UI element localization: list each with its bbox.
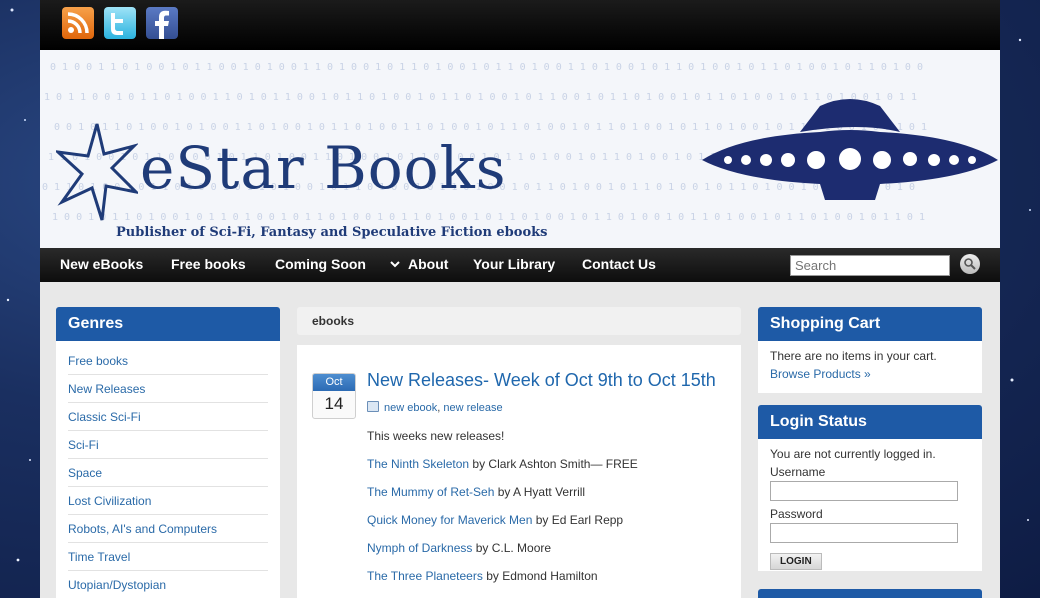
post-month: Oct: [313, 374, 355, 391]
tag-link[interactable]: new ebook: [384, 402, 437, 414]
nav-new-ebooks[interactable]: New eBooks: [60, 256, 143, 272]
cart-empty-text: There are no items in your cart.: [770, 349, 937, 363]
genres-list: Free books New Releases Classic Sci-Fi S…: [56, 341, 280, 598]
nav-contact-us[interactable]: Contact Us: [582, 256, 656, 272]
book-byline: by A Hyatt Verrill: [494, 485, 586, 499]
genre-link[interactable]: Time Travel: [68, 543, 268, 571]
post-day: 14: [324, 394, 344, 413]
book-title-link[interactable]: Nymph of Darkness: [367, 541, 472, 555]
site-logo-text[interactable]: eStar Books: [140, 134, 506, 202]
page-wrapper: 0 1 0 0 1 1 0 1 0 0 1 0 1 1 0 0 1 0 1 0 …: [40, 0, 1000, 598]
book-byline: by Ed Earl Repp: [532, 513, 624, 527]
nav-coming-soon[interactable]: Coming Soon: [275, 256, 366, 272]
cart-body: There are no items in your cart. Browse …: [758, 341, 982, 393]
right-sidebar: Shopping Cart There are no items in your…: [758, 307, 982, 598]
book-title-link[interactable]: The Ninth Skeleton: [367, 457, 469, 471]
book-item: The Mummy of Ret-Seh by A Hyatt Verrill: [367, 485, 727, 513]
book-byline: by C.L. Moore: [472, 541, 552, 555]
facebook-icon[interactable]: [146, 7, 178, 39]
tag-folder-icon: [367, 401, 379, 412]
search-icon: [964, 258, 976, 270]
login-body: You are not currently logged in. Usernam…: [758, 439, 982, 571]
content-area: Genres Free books New Releases Classic S…: [40, 282, 1000, 598]
username-field[interactable]: [770, 481, 958, 501]
genre-link[interactable]: Sci-Fi: [68, 431, 268, 459]
svg-text:0 1 0 0 1 1 0 1 0 0 1 0 1 1 0: 0 1 0 0 1 1 0 1 0 0 1 0 1 1 0 0 1 0 1 0 …: [50, 62, 923, 73]
password-field[interactable]: [770, 523, 958, 543]
post-body: This weeks new releases! The Ninth Skele…: [367, 429, 727, 597]
shopping-cart-widget: Shopping Cart There are no items in your…: [758, 307, 982, 393]
post-intro: This weeks new releases!: [367, 429, 505, 443]
header-banner: 0 1 0 0 1 1 0 1 0 0 1 0 1 1 0 0 1 0 1 0 …: [40, 50, 1000, 248]
book-item: Quick Money for Maverick Men by Ed Earl …: [367, 513, 727, 541]
nav-about[interactable]: About: [408, 256, 448, 272]
star-logo-icon: [56, 123, 138, 221]
genre-link[interactable]: Classic Sci-Fi: [68, 403, 268, 431]
genre-link[interactable]: Space: [68, 459, 268, 487]
breadcrumb: ebooks: [297, 307, 741, 335]
twitter-icon[interactable]: [104, 7, 136, 39]
book-item: The Three Planeteers by Edmond Hamilton: [367, 569, 727, 597]
genres-title: Genres: [56, 307, 280, 341]
social-bar: [40, 0, 1000, 50]
login-status-text: You are not currently logged in.: [770, 447, 936, 461]
site-tagline: Publisher of Sci-Fi, Fantasy and Specula…: [116, 225, 548, 240]
genre-link[interactable]: New Releases: [68, 375, 268, 403]
book-byline: by Edmond Hamilton: [482, 569, 598, 583]
genre-link[interactable]: Utopian/Dystopian: [68, 571, 268, 598]
rss-icon[interactable]: [62, 7, 94, 39]
nav-your-library[interactable]: Your Library: [473, 256, 555, 272]
book-item: Nymph of Darkness by C.L. Moore: [367, 541, 727, 569]
search-button[interactable]: [960, 254, 980, 274]
post-tags: new ebook, new release: [367, 401, 503, 414]
main-column: ebooks Oct 14 New Releases- Week of Oct …: [297, 307, 741, 598]
next-widget-header: [758, 589, 982, 598]
genre-link[interactable]: Lost Civilization: [68, 487, 268, 515]
book-title-link[interactable]: Quick Money for Maverick Men: [367, 513, 532, 527]
book-byline: by Clark Ashton Smith— FREE: [469, 457, 638, 471]
post-title-link[interactable]: New Releases- Week of Oct 9th to Oct 15t…: [367, 370, 716, 391]
chevron-down-icon: [390, 261, 400, 268]
cart-title: Shopping Cart: [758, 307, 982, 341]
main-nav: New eBooks Free books Coming Soon About …: [40, 248, 1000, 282]
login-button[interactable]: LOGIN: [770, 553, 822, 570]
nav-free-books[interactable]: Free books: [171, 256, 246, 272]
svg-text:1 0 0 1 0 1 1 0 1 0 0 1 0 1 1: 1 0 0 1 0 1 1 0 1 0 0 1 0 1 1 0 1 0 0 1 …: [52, 212, 925, 223]
book-item: The Ninth Skeleton by Clark Ashton Smith…: [367, 457, 727, 485]
browse-products-link[interactable]: Browse Products »: [770, 367, 970, 381]
password-label: Password: [770, 507, 823, 521]
ufo-illustration: [702, 99, 998, 200]
post-entry: Oct 14 New Releases- Week of Oct 9th to …: [297, 345, 741, 598]
genres-widget: Genres Free books New Releases Classic S…: [56, 307, 280, 598]
search-input[interactable]: [790, 255, 950, 276]
username-label: Username: [770, 465, 826, 479]
login-title: Login Status: [758, 405, 982, 439]
genre-link[interactable]: Robots, AI's and Computers: [68, 515, 268, 543]
login-widget: Login Status You are not currently logge…: [758, 405, 982, 571]
book-title-link[interactable]: The Three Planeteers: [367, 569, 483, 583]
genre-link[interactable]: Free books: [68, 347, 268, 375]
post-date-badge: Oct 14: [312, 373, 356, 419]
tag-link[interactable]: new release: [443, 402, 502, 414]
book-title-link[interactable]: The Mummy of Ret-Seh: [367, 485, 494, 499]
